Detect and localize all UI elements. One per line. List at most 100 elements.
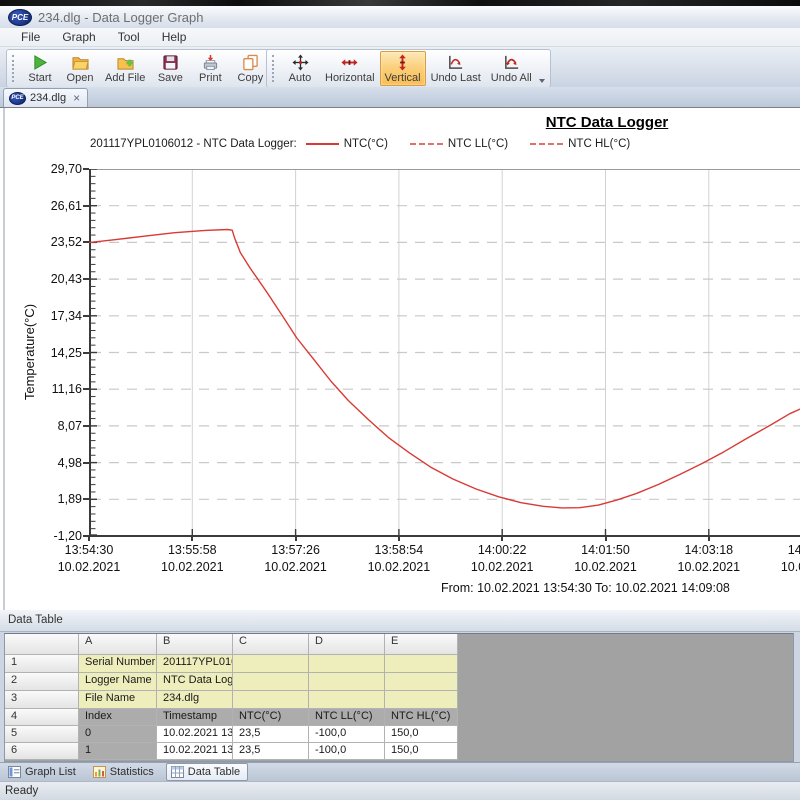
table-cell[interactable]: 23,5: [233, 743, 309, 760]
row-header-5[interactable]: 5: [5, 726, 79, 743]
x-tick-date: 10.02.2021: [662, 559, 756, 576]
auto-zoom-button[interactable]: Auto: [280, 51, 320, 86]
data-table-grid[interactable]: ABCDE1Serial Number201117YPL010...2Logge…: [4, 633, 794, 762]
open-button[interactable]: Open: [60, 51, 100, 86]
table-cell[interactable]: 0: [79, 726, 157, 743]
start-button-label: Start: [28, 72, 51, 84]
data-table-icon: [171, 766, 184, 778]
tab-close-icon[interactable]: ×: [73, 93, 80, 103]
tab-data-table-label: Data Table: [188, 766, 240, 778]
save-button[interactable]: Save: [150, 51, 190, 86]
table-cell[interactable]: [385, 691, 458, 709]
y-axis-tick: [83, 498, 89, 500]
menu-tool[interactable]: Tool: [107, 28, 151, 46]
document-tab[interactable]: PCE 234.dlg ×: [3, 88, 88, 107]
x-tick-time: 14:04:46: [765, 542, 800, 559]
menu-graph[interactable]: Graph: [51, 28, 106, 46]
table-cell[interactable]: [233, 655, 309, 673]
x-axis-tick: [501, 536, 503, 541]
grid-corner-cell[interactable]: [5, 634, 79, 655]
tab-statistics[interactable]: Statistics: [88, 763, 162, 781]
table-cell[interactable]: 10.02.2021 13:...: [157, 743, 233, 760]
table-cell[interactable]: 150,0: [385, 743, 458, 760]
row-header-2[interactable]: 2: [5, 673, 79, 691]
row-header-4[interactable]: 4: [5, 709, 79, 726]
table-cell[interactable]: [385, 673, 458, 691]
status-text: Ready: [5, 785, 38, 797]
table-cell[interactable]: [233, 673, 309, 691]
horizontal-zoom-button[interactable]: Horizontal: [320, 51, 380, 86]
x-tick-date: 10.02.2021: [352, 559, 446, 576]
table-cell[interactable]: 201117YPL010...: [157, 655, 233, 673]
data-table-panel-title: Data Table: [0, 610, 800, 632]
legend-line-dashed: [530, 143, 563, 145]
table-cell[interactable]: 23,5: [233, 726, 309, 743]
table-cell[interactable]: Logger Name: [79, 673, 157, 691]
undo-last-button[interactable]: Undo Last: [426, 51, 486, 86]
x-tick-date: 10.02.2021: [42, 559, 136, 576]
document-icon: PCE: [9, 92, 26, 105]
legend-line-solid: [306, 143, 339, 145]
legend-entry-ntc: NTC(°C): [344, 138, 388, 150]
row-header-6[interactable]: 6: [5, 743, 79, 760]
start-button[interactable]: Start: [20, 51, 60, 86]
table-cell[interactable]: NTC HL(°C): [385, 709, 458, 726]
table-cell[interactable]: [309, 655, 385, 673]
copy-button[interactable]: Copy: [230, 51, 270, 86]
print-button[interactable]: Print: [190, 51, 230, 86]
toolbar-overflow-button[interactable]: [537, 51, 548, 86]
column-header-E[interactable]: E: [385, 634, 458, 655]
x-axis-tick-label: 13:57:2610.02.2021: [249, 542, 343, 576]
toolbar-grip[interactable]: [12, 55, 17, 82]
save-icon: [162, 54, 179, 71]
table-cell[interactable]: 234.dlg: [157, 691, 233, 709]
x-axis-tick: [191, 536, 193, 541]
table-cell[interactable]: 10.02.2021 13:...: [157, 726, 233, 743]
bottom-tab-bar: Graph List Statistics Data Table: [0, 762, 800, 781]
undo-last-icon: [447, 54, 464, 71]
column-header-B[interactable]: B: [157, 634, 233, 655]
row-header-3[interactable]: 3: [5, 691, 79, 709]
horizontal-zoom-button-label: Horizontal: [325, 72, 375, 84]
app-logo-icon: PCE: [8, 9, 32, 26]
table-cell[interactable]: [385, 655, 458, 673]
table-cell[interactable]: NTC(°C): [233, 709, 309, 726]
y-axis-tick: [83, 205, 89, 207]
add-file-button[interactable]: Add File: [100, 51, 150, 86]
table-cell[interactable]: Timestamp: [157, 709, 233, 726]
table-cell[interactable]: [309, 691, 385, 709]
undo-last-button-label: Undo Last: [431, 72, 481, 84]
table-cell[interactable]: Index: [79, 709, 157, 726]
vertical-zoom-button-label: Vertical: [385, 72, 421, 84]
column-header-D[interactable]: D: [309, 634, 385, 655]
toolbar-file-group: Start Open Add File Save Print Copy: [6, 49, 284, 88]
y-axis-tick-label: 11,16: [18, 382, 82, 396]
y-axis-tick: [83, 425, 89, 427]
legend-series-label: 201117YPL0106012 - NTC Data Logger:: [90, 138, 297, 150]
table-cell[interactable]: 150,0: [385, 726, 458, 743]
vertical-zoom-button[interactable]: Vertical: [380, 51, 426, 86]
open-button-label: Open: [67, 72, 94, 84]
table-cell[interactable]: -100,0: [309, 726, 385, 743]
table-cell[interactable]: NTC Data Logger: [157, 673, 233, 691]
column-header-A[interactable]: A: [79, 634, 157, 655]
table-cell[interactable]: [309, 673, 385, 691]
table-cell[interactable]: File Name: [79, 691, 157, 709]
toolbar-grip[interactable]: [272, 55, 277, 82]
y-axis-tick: [83, 278, 89, 280]
menu-file[interactable]: File: [10, 28, 51, 46]
column-header-C[interactable]: C: [233, 634, 309, 655]
menu-help[interactable]: Help: [151, 28, 198, 46]
x-axis-tick-label: 13:58:5410.02.2021: [352, 542, 446, 576]
x-tick-date: 10.02.2021: [145, 559, 239, 576]
table-cell[interactable]: 1: [79, 743, 157, 760]
table-cell[interactable]: [233, 691, 309, 709]
tab-graph-list[interactable]: Graph List: [3, 763, 84, 781]
table-cell[interactable]: -100,0: [309, 743, 385, 760]
plot-area[interactable]: [89, 169, 800, 542]
table-cell[interactable]: NTC LL(°C): [309, 709, 385, 726]
undo-all-button[interactable]: Undo All: [486, 51, 537, 86]
tab-data-table[interactable]: Data Table: [166, 763, 248, 781]
row-header-1[interactable]: 1: [5, 655, 79, 673]
table-cell[interactable]: Serial Number: [79, 655, 157, 673]
